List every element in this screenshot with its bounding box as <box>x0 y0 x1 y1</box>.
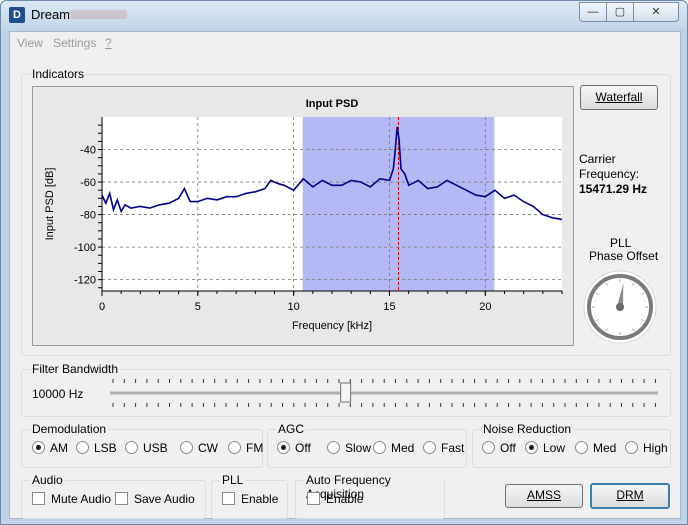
indicators-label: Indicators <box>30 67 87 81</box>
radio-label: Off <box>500 441 516 455</box>
psd-chart: 0 5 10 15 20 -40 -60 -80 -100 -120 Input PSD Freq… <box>44 98 563 332</box>
filter-bandwidth-slider[interactable] <box>105 377 665 409</box>
checkbox-box <box>115 492 128 505</box>
pll-enable-checkbox[interactable]: Enable <box>222 492 278 506</box>
radio-label: Off <box>295 441 311 455</box>
y-tick-label: -60 <box>80 177 96 189</box>
demodulation-option-usb[interactable]: USB <box>125 441 168 455</box>
radio-label: CW <box>198 441 218 455</box>
mute-audio-checkbox[interactable]: Mute Audio <box>32 492 111 506</box>
checkbox-box <box>222 492 235 505</box>
radio-button <box>625 441 638 454</box>
agc-option-slow[interactable]: Slow <box>327 441 371 455</box>
radio-button <box>277 441 290 454</box>
radio-button <box>180 441 193 454</box>
noise-option-high[interactable]: High <box>625 441 668 455</box>
title-bar[interactable]: D Dream — ▢ ✕ <box>1 1 687 29</box>
carrier-label-line1: Carrier <box>579 152 616 166</box>
menu-bar: View Settings ? <box>10 32 680 54</box>
slider-thumb[interactable] <box>340 382 352 403</box>
radio-button <box>373 441 386 454</box>
pll-enable-label: Enable <box>241 492 279 506</box>
agc-option-med[interactable]: Med <box>373 441 414 455</box>
carrier-frequency-value: 15471.29 Hz <box>579 182 648 196</box>
agc-option-fast[interactable]: Fast <box>423 441 464 455</box>
noise-option-med[interactable]: Med <box>575 441 616 455</box>
minimize-button[interactable]: — <box>579 2 607 22</box>
radio-button <box>575 441 588 454</box>
agc-option-off[interactable]: Off <box>277 441 311 455</box>
noise-option-low[interactable]: Low <box>525 441 565 455</box>
pll-group-label: PLL <box>220 473 246 487</box>
phase-offset-label: Phase Offset <box>589 249 659 263</box>
pll-phase-dial <box>583 270 657 344</box>
audio-label: Audio <box>30 473 65 487</box>
radio-label: Med <box>593 441 617 455</box>
drm-button[interactable]: DRM <box>590 483 670 509</box>
dream-window: D Dream — ▢ ✕ View Settings ? Indicators… <box>0 0 688 525</box>
save-audio-checkbox[interactable]: Save Audio <box>115 492 195 506</box>
redacted-title-suffix <box>69 10 127 19</box>
y-tick-label: -100 <box>74 242 96 254</box>
y-tick-label: -40 <box>80 145 96 157</box>
radio-label: High <box>643 441 668 455</box>
checkbox-box <box>307 492 320 505</box>
amss-button[interactable]: AMSS <box>505 484 583 508</box>
x-tick-label: 20 <box>479 301 491 313</box>
y-tick-label: -80 <box>80 210 96 222</box>
radio-button <box>76 441 89 454</box>
waterfall-button[interactable]: Waterfall <box>580 85 658 110</box>
radio-button <box>482 441 495 454</box>
noise-reduction-label: Noise Reduction <box>481 422 574 436</box>
radio-label: Med <box>391 441 415 455</box>
radio-button <box>125 441 138 454</box>
x-tick-label: 10 <box>288 301 300 313</box>
radio-button <box>327 441 340 454</box>
x-tick-label: 15 <box>383 301 395 313</box>
radio-label: Low <box>543 441 566 455</box>
y-axis-label: Input PSD [dB] <box>44 168 56 241</box>
radio-button <box>423 441 436 454</box>
radio-label: Slow <box>345 441 372 455</box>
radio-button <box>525 441 538 454</box>
y-tick-label: -120 <box>74 275 96 287</box>
filter-bandwidth-label: Filter Bandwidth <box>30 362 121 376</box>
radio-button <box>32 441 45 454</box>
menu-settings[interactable]: Settings <box>53 36 96 50</box>
pll-label: PLL <box>610 236 632 250</box>
radio-label: FM <box>246 441 264 455</box>
carrier-label-line2: Frequency: <box>579 167 640 181</box>
x-tick-label: 5 <box>195 301 201 313</box>
noise-option-off[interactable]: Off <box>482 441 516 455</box>
mute-audio-label: Mute Audio <box>51 492 112 506</box>
chart-title: Input PSD <box>306 98 359 110</box>
x-tick-label: 0 <box>99 301 105 313</box>
x-axis-label: Frequency [kHz] <box>292 320 372 332</box>
app-icon: D <box>9 7 25 23</box>
radio-label: Fast <box>441 441 465 455</box>
save-audio-label: Save Audio <box>134 492 195 506</box>
radio-label: AM <box>50 441 68 455</box>
afa-enable-checkbox[interactable]: Enable <box>307 492 363 506</box>
menu-view[interactable]: View <box>17 36 43 50</box>
filter-bandwidth-value: 10000 Hz <box>32 387 84 401</box>
close-button[interactable]: ✕ <box>633 2 679 22</box>
demodulation-option-cw[interactable]: CW <box>180 441 218 455</box>
demodulation-option-lsb[interactable]: LSB <box>76 441 117 455</box>
window-title: Dream <box>31 7 71 22</box>
psd-plot-frame: 0 5 10 15 20 -40 -60 -80 -100 -120 Input PSD Freq… <box>32 86 574 346</box>
afa-enable-label: Enable <box>326 492 364 506</box>
menu-help[interactable]: ? <box>105 36 112 50</box>
main-panel: View Settings ? Indicators 0 5 10 15 20 -40 -6… <box>9 31 681 519</box>
radio-label: USB <box>143 441 168 455</box>
radio-label: LSB <box>94 441 117 455</box>
demodulation-option-fm[interactable]: FM <box>228 441 263 455</box>
agc-label: AGC <box>276 422 307 436</box>
maximize-button[interactable]: ▢ <box>606 2 634 22</box>
checkbox-box <box>32 492 45 505</box>
demodulation-option-am[interactable]: AM <box>32 441 68 455</box>
radio-button <box>228 441 241 454</box>
demodulation-label: Demodulation <box>30 422 109 436</box>
